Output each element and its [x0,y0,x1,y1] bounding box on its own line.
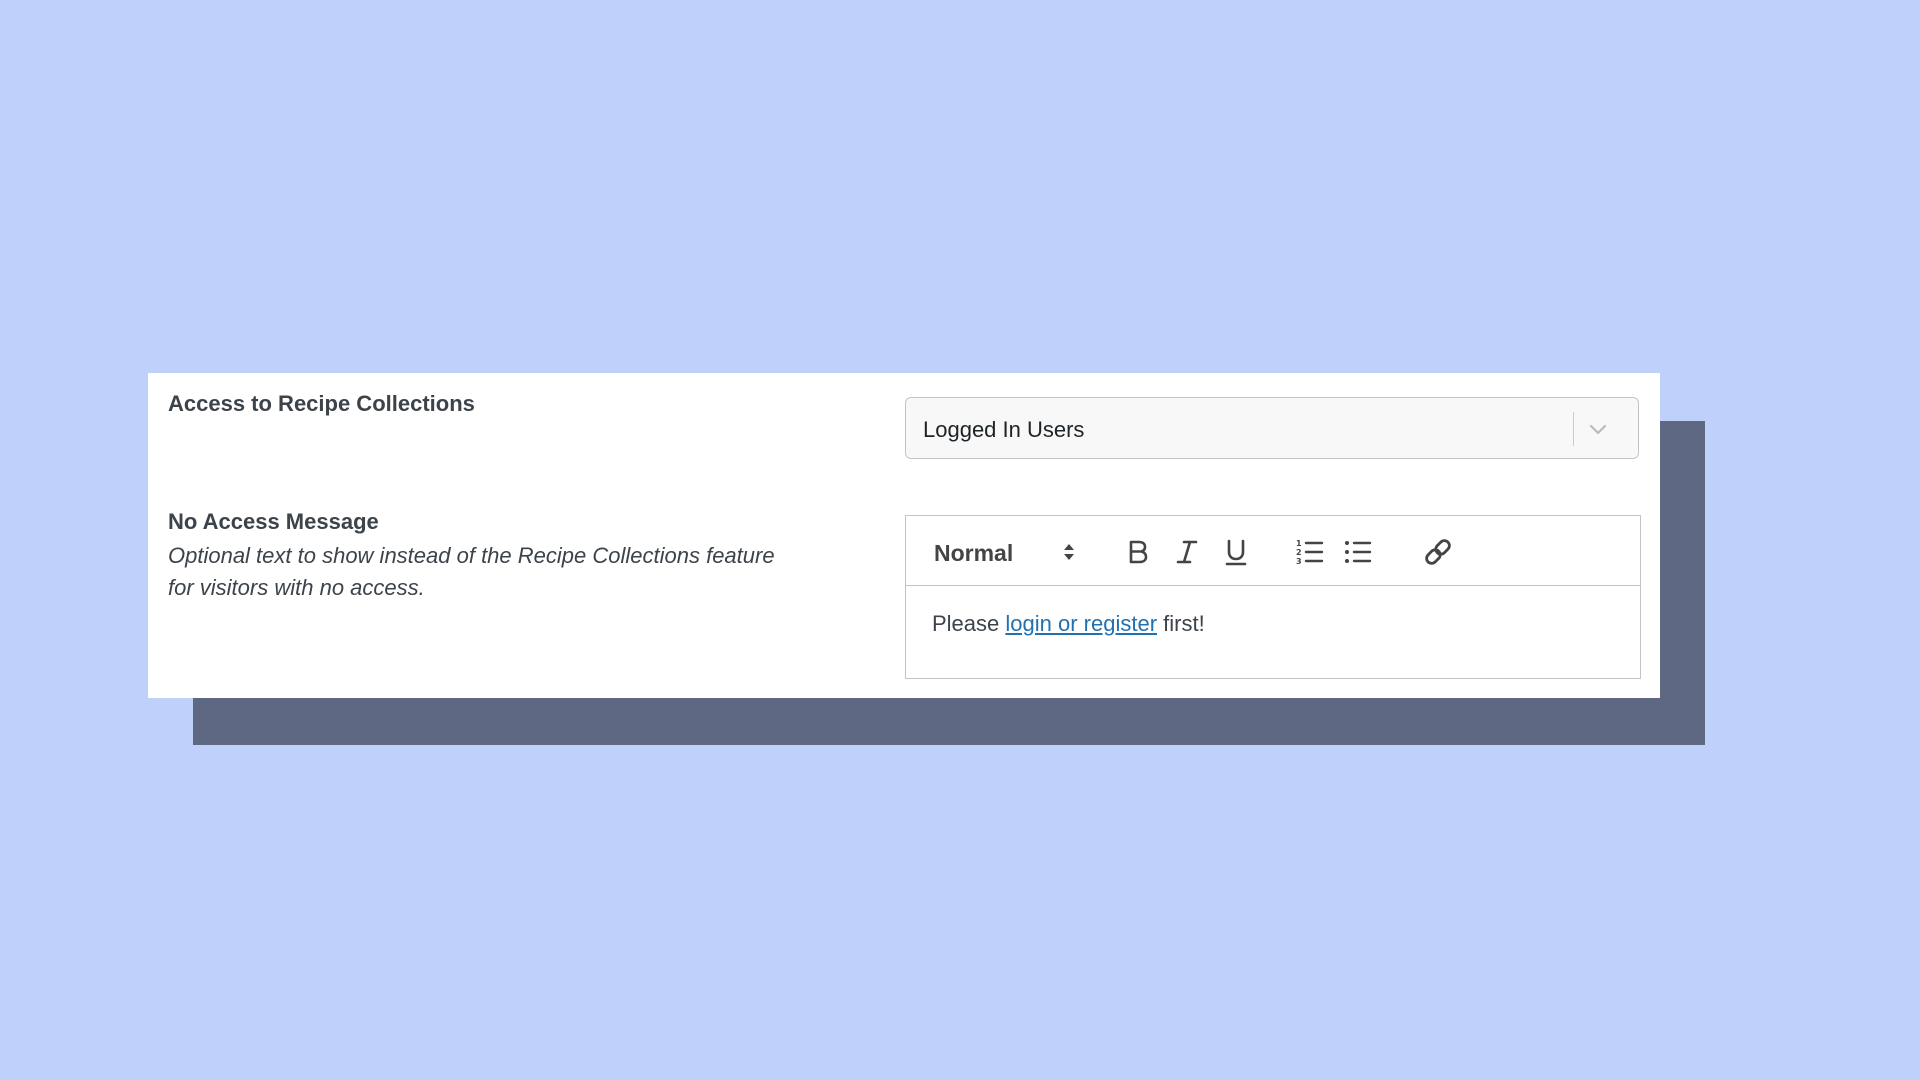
svg-text:3: 3 [1296,557,1302,566]
svg-text:2: 2 [1296,548,1302,557]
svg-text:1: 1 [1296,539,1302,548]
access-label: Access to Recipe Collections [168,391,475,416]
description-line-1: Optional text to show instead of the Rec… [168,543,775,568]
editor-toolbar: Normal 1 2 3 [906,516,1640,586]
settings-panel: Access to Recipe Collections Logged In U… [148,373,1660,698]
link-icon[interactable] [1422,536,1454,568]
no-access-description: Optional text to show instead of the Rec… [168,540,868,604]
chevron-down-icon[interactable] [1586,417,1610,441]
login-register-link[interactable]: login or register [1005,611,1157,636]
select-separator [1573,412,1574,446]
bullet-list-icon[interactable] [1342,536,1374,568]
italic-icon[interactable] [1171,536,1203,568]
description-line-2: for visitors with no access. [168,575,425,600]
content-text-after: first! [1157,611,1205,636]
format-select[interactable]: Normal [924,531,1074,571]
bold-icon[interactable] [1122,536,1154,568]
access-select[interactable]: Logged In Users [905,397,1639,459]
editor-content[interactable]: Please login or register first! [932,611,1205,637]
underline-icon[interactable] [1220,536,1252,568]
access-select-value: Logged In Users [923,417,1085,442]
rich-text-editor: Normal 1 2 3 Please login or register fi… [905,515,1641,679]
ordered-list-icon[interactable]: 1 2 3 [1294,536,1326,568]
content-text-before: Please [932,611,1006,636]
updown-arrows-icon [1062,541,1076,563]
no-access-label: No Access Message [168,509,379,534]
format-select-value: Normal [934,540,1014,566]
